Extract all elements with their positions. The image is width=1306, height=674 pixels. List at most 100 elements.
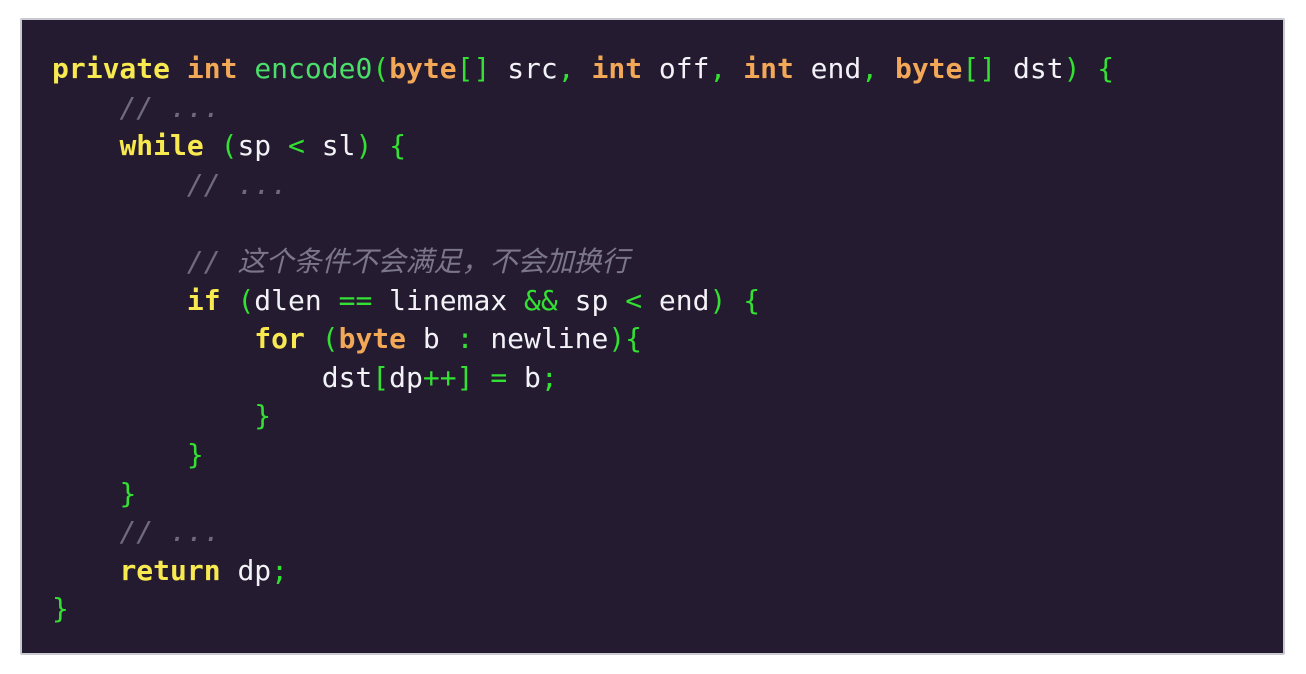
code-token-pun: ++]	[422, 360, 474, 394]
code-token-pun: ,	[557, 52, 575, 85]
code-token-pun: {	[1097, 52, 1115, 85]
code-line: // 这个条件不会满足，不会加换行	[52, 243, 1114, 282]
code-token-id	[52, 554, 119, 587]
code-token-id: dp	[389, 360, 423, 394]
code-line: // ...	[52, 513, 1114, 552]
code-token-id	[52, 322, 254, 355]
code-token-typ: int	[591, 52, 643, 85]
code-token-id	[52, 129, 119, 162]
code-token-pun: :	[456, 322, 474, 356]
code-token-pun: ,	[709, 52, 727, 85]
code-token-typ: int	[186, 52, 238, 85]
code-token-id: dp	[220, 553, 272, 587]
code-token-pun: [	[372, 360, 390, 394]
code-token-kw: if	[186, 283, 221, 317]
code-token-cmt-cjk: 这个条件不会满足，不会加换行	[237, 244, 630, 278]
code-token-kw: while	[119, 129, 204, 163]
code-token-pun: (	[321, 322, 339, 356]
code-token-id	[170, 52, 187, 85]
code-token-pun: ,	[861, 52, 879, 85]
code-token-id: src	[490, 52, 558, 85]
code-token-pun: <	[288, 129, 305, 163]
code-token-pun: }	[186, 437, 204, 471]
code-token-pun: <	[625, 283, 643, 317]
code-token-typ: byte	[894, 52, 963, 85]
code-token-id: newline	[473, 322, 609, 356]
code-token-id: sp	[237, 129, 289, 163]
code-token-id	[52, 515, 119, 548]
code-token-pun: )	[1063, 52, 1098, 85]
code-token-id	[305, 322, 322, 355]
code-token-pun: ;	[540, 360, 558, 394]
code-token-id: dst	[321, 360, 373, 394]
code-line: // ...	[52, 166, 1114, 205]
code-token-cmt: // ...	[186, 167, 289, 201]
code-token-id: b	[507, 360, 541, 394]
code-token-id	[726, 52, 743, 85]
code-token-id: linemax	[372, 283, 525, 317]
code-token-typ: byte	[338, 322, 407, 356]
code-token-pun: )	[355, 129, 390, 163]
code-token-id	[52, 91, 119, 124]
code-line: dst[dp++] = b;	[52, 359, 1114, 398]
page-root: private int encode0(byte[] src, int off,…	[0, 0, 1306, 674]
code-line: ​	[52, 204, 1114, 243]
code-token-pun: ;	[271, 553, 289, 587]
code-token-cmt: //	[186, 244, 238, 278]
code-line: private int encode0(byte[] src, int off,…	[52, 50, 1114, 89]
code-token-id	[52, 284, 187, 317]
code-block[interactable]: private int encode0(byte[] src, int off,…	[22, 20, 1114, 629]
code-line: // ...	[52, 89, 1114, 128]
code-line: }	[52, 397, 1114, 436]
code-token-id	[237, 52, 254, 85]
code-token-pun: ==	[338, 283, 373, 317]
code-token-cmt: // ...	[119, 90, 221, 124]
code-token-pun: }	[52, 592, 69, 626]
code-token-pun: (	[237, 283, 255, 317]
code-token-pun: =	[490, 360, 508, 394]
code-line: }	[52, 436, 1114, 475]
code-snippet-card: private int encode0(byte[] src, int off,…	[20, 18, 1285, 655]
code-token-kw: private	[52, 52, 171, 85]
code-token-id: end	[793, 52, 862, 85]
code-token-id: b	[406, 322, 457, 356]
code-token-typ: byte	[389, 52, 457, 85]
code-token-id	[204, 129, 221, 162]
code-token-kw: for	[254, 322, 305, 356]
code-token-id	[52, 399, 254, 432]
code-token-id: dlen	[254, 283, 339, 317]
code-line: return dp;	[52, 552, 1114, 591]
code-token-pun: }	[119, 476, 137, 510]
code-token-id	[52, 168, 187, 201]
code-token-pun: (	[220, 129, 238, 163]
code-line: for (byte b : newline){	[52, 320, 1114, 359]
code-token-pun: }	[254, 399, 272, 433]
code-line: }	[52, 475, 1114, 514]
code-line: if (dlen == linemax && sp < end) {	[52, 282, 1114, 321]
code-token-id	[221, 284, 238, 317]
code-token-pun: {	[743, 283, 761, 317]
code-token-kw: return	[119, 553, 221, 587]
code-token-id	[575, 52, 592, 85]
code-token-id	[878, 52, 895, 85]
code-token-cmt: // ...	[119, 515, 221, 549]
code-token-pun: &&	[524, 283, 558, 317]
code-token-id: sl	[304, 129, 356, 163]
code-token-id: sp	[557, 283, 626, 317]
code-token-id	[52, 361, 322, 394]
code-token-pun: []	[456, 52, 491, 85]
code-token-id	[473, 361, 490, 394]
code-token-id: end	[642, 283, 710, 317]
code-token-id	[52, 245, 187, 278]
code-token-pun: (	[372, 52, 390, 85]
code-line: while (sp < sl) {	[52, 127, 1114, 166]
code-token-id	[52, 438, 187, 471]
code-token-id: dst	[996, 52, 1064, 85]
code-line: }	[52, 590, 1114, 629]
code-token-fn: encode0	[254, 52, 373, 85]
code-token-id: off	[642, 52, 710, 85]
code-token-typ: int	[743, 52, 794, 85]
code-token-pun: []	[962, 52, 997, 85]
code-token-pun: )	[709, 283, 744, 317]
code-token-id	[52, 477, 119, 510]
